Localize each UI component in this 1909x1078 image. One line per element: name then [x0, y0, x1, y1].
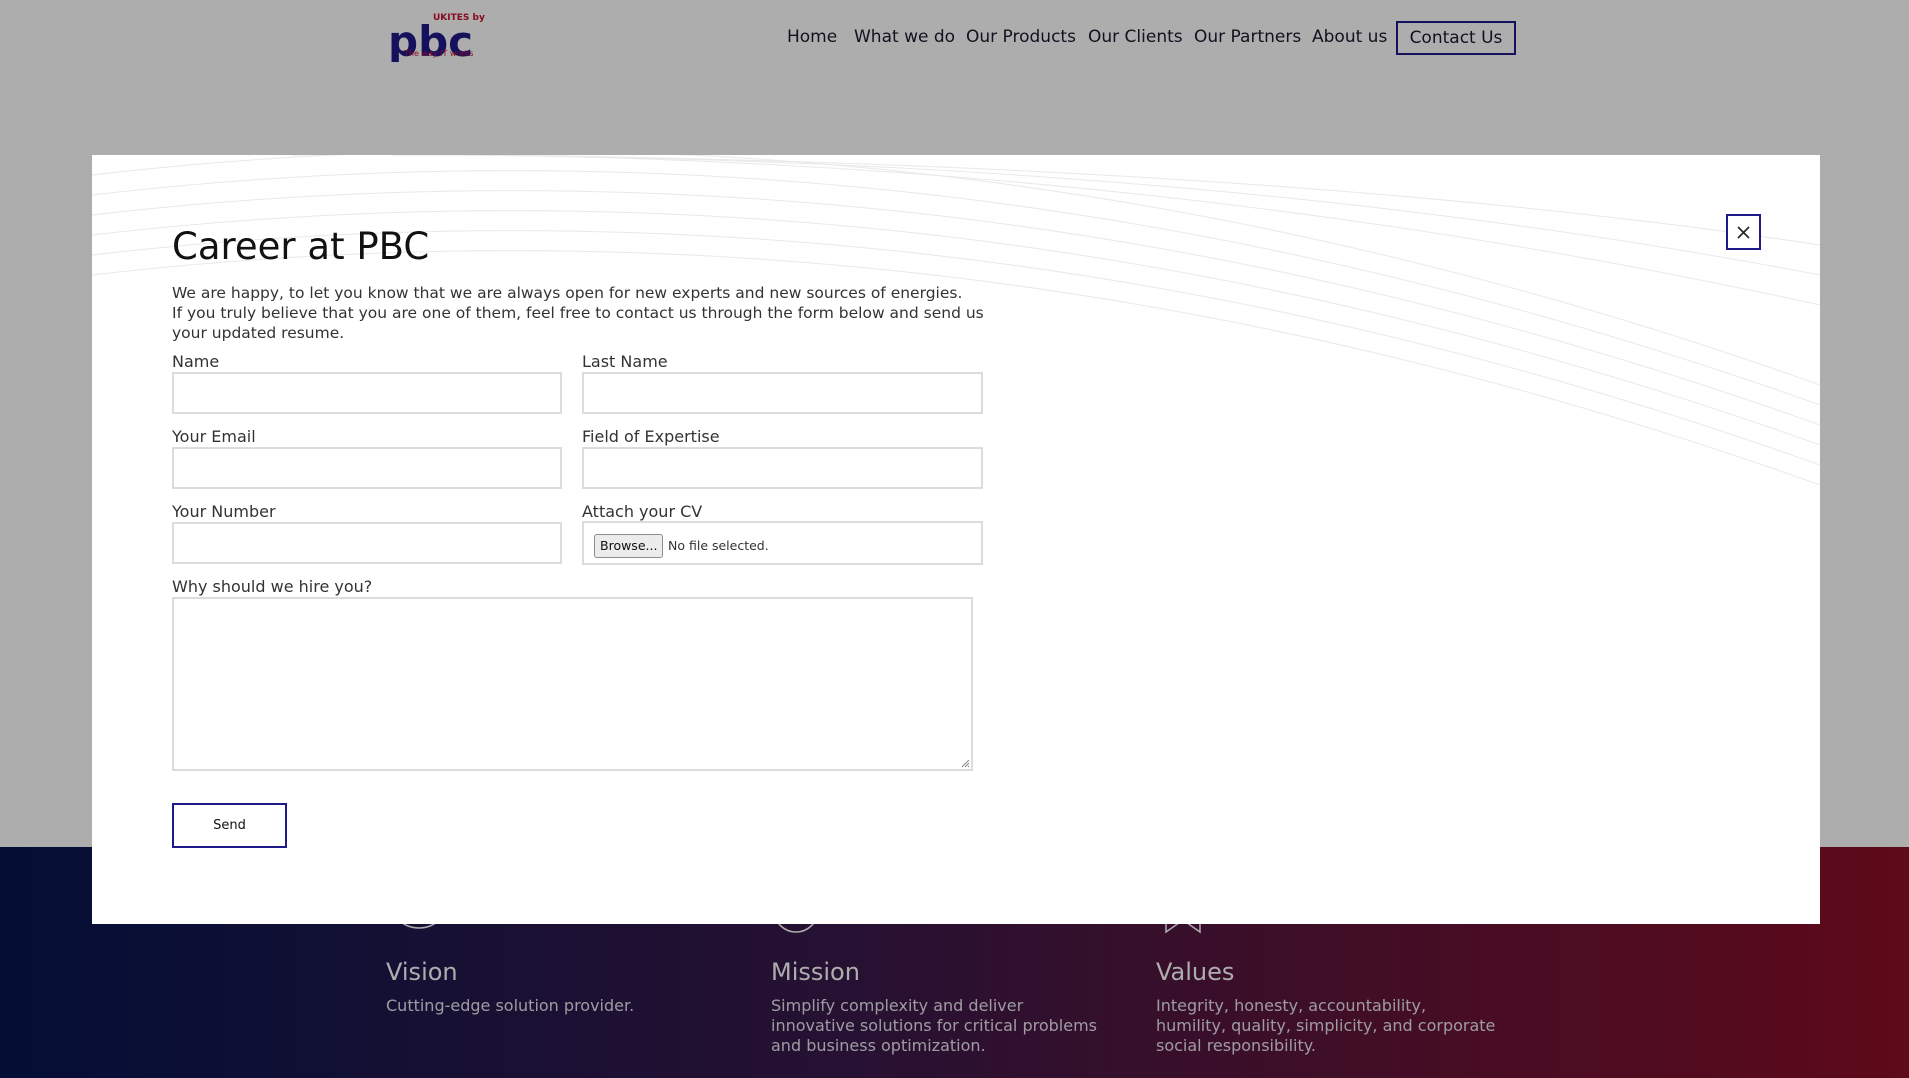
close-button[interactable]: [1726, 214, 1761, 250]
intro-line: If you truly believe that you are one of…: [172, 304, 984, 322]
cv-label: Attach your CV: [582, 502, 703, 521]
last-name-input[interactable]: [582, 372, 983, 414]
expertise-input[interactable]: [582, 447, 983, 489]
resize-grip-icon[interactable]: [960, 758, 970, 768]
number-label: Your Number: [172, 502, 276, 521]
number-input[interactable]: [172, 522, 562, 564]
why-label: Why should we hire you?: [172, 577, 373, 596]
name-label: Name: [172, 352, 220, 371]
career-modal: Career at PBC We are happy, to let you k…: [92, 155, 1820, 924]
email-label: Your Email: [172, 427, 256, 446]
send-button[interactable]: Send: [172, 803, 287, 848]
intro-line: your updated resume.: [172, 324, 345, 342]
email-input[interactable]: [172, 447, 562, 489]
close-icon: [1737, 226, 1750, 239]
last-name-label: Last Name: [582, 352, 668, 371]
cv-file-input[interactable]: Browse... No file selected.: [582, 521, 983, 565]
intro-text: We are happy, to let you know that we ar…: [172, 283, 984, 343]
file-status: No file selected.: [668, 538, 769, 553]
intro-line: We are happy, to let you know that we ar…: [172, 284, 963, 302]
name-input[interactable]: [172, 372, 562, 414]
browse-button[interactable]: Browse...: [594, 534, 664, 558]
modal-title: Career at PBC: [172, 225, 430, 268]
why-textarea[interactable]: [172, 597, 973, 771]
expertise-label: Field of Expertise: [582, 427, 720, 446]
